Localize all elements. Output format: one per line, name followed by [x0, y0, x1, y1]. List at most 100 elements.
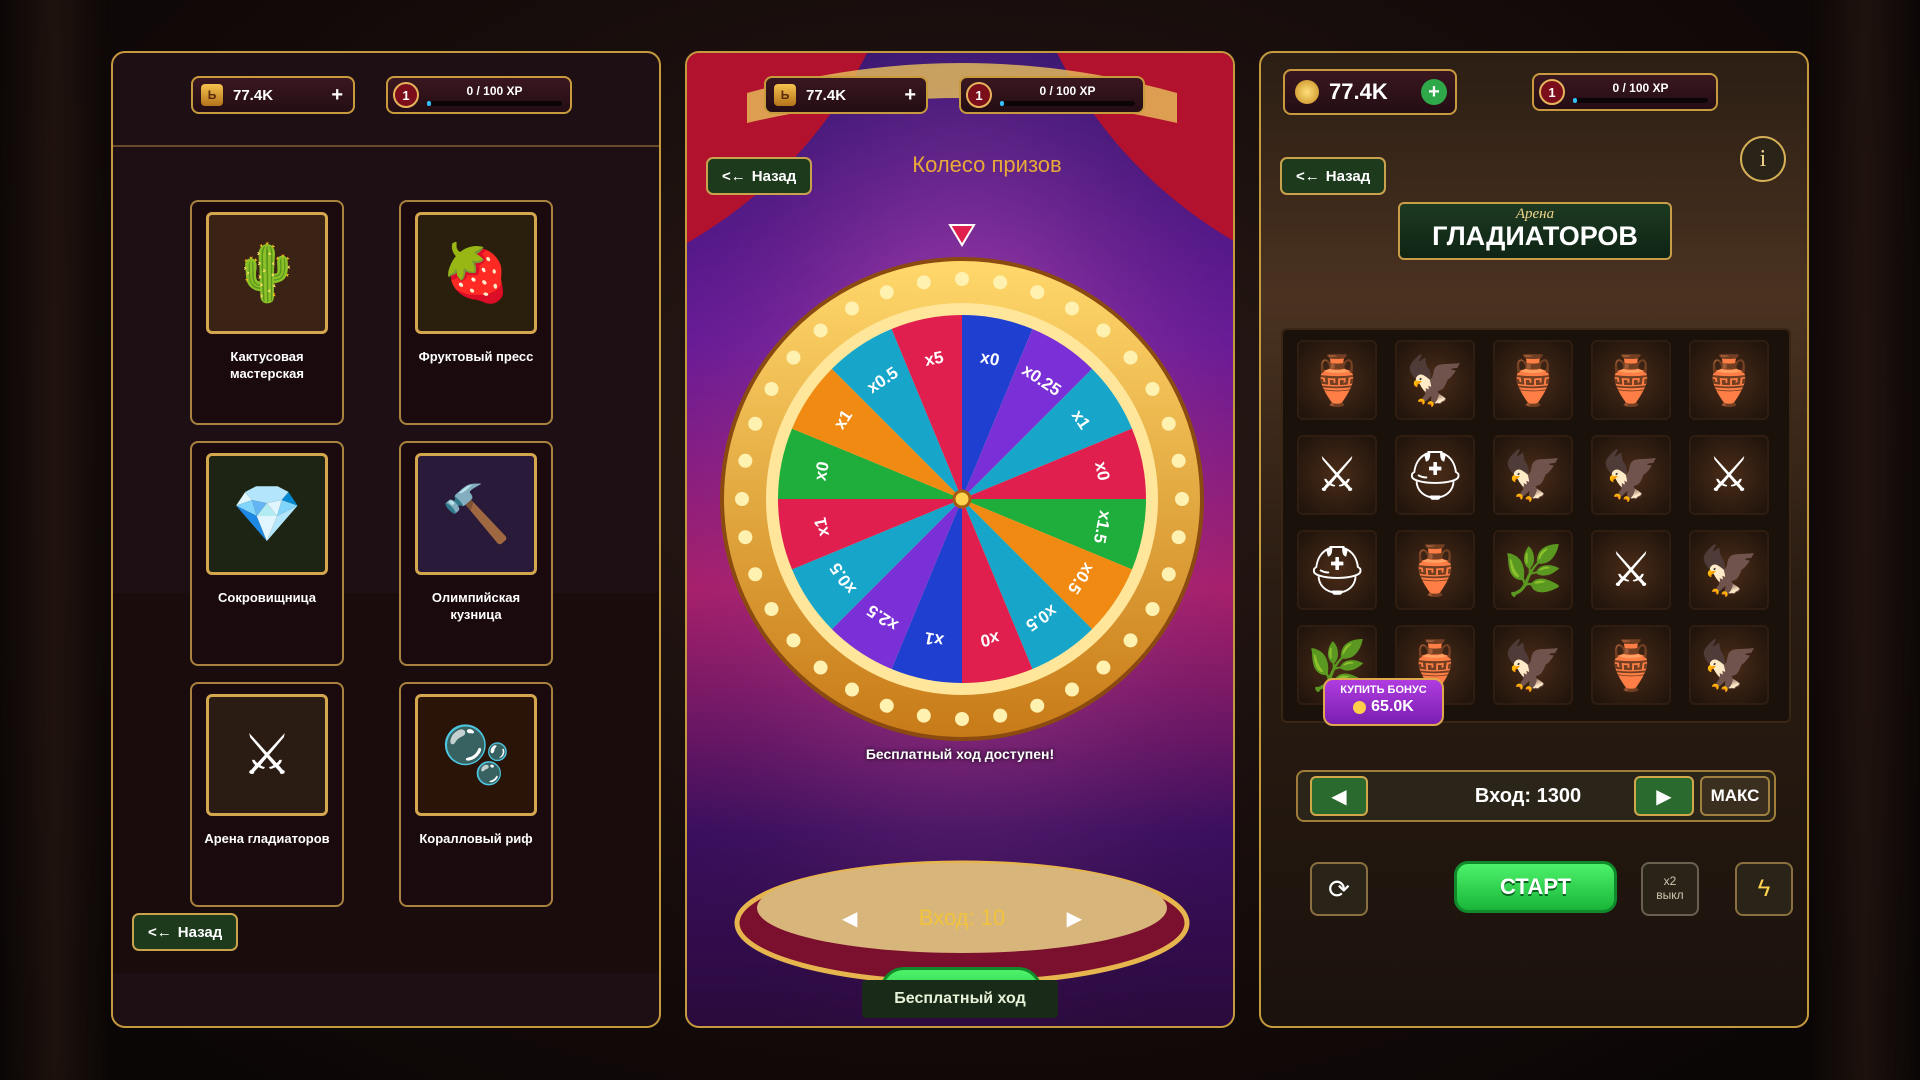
wheel-bulb: [813, 660, 828, 675]
wheel-bulb: [1161, 416, 1176, 431]
wheel-bulb: [955, 712, 969, 726]
wheel-segment-label: x5: [923, 348, 945, 370]
helmet-icon: ⚔: [206, 694, 328, 816]
amphora-icon: 🏺: [1689, 340, 1769, 420]
buy-bonus-label: КУПИТЬ БОНУС: [1340, 684, 1427, 696]
wheel-bulb: [993, 275, 1008, 290]
game-tile[interactable]: 🔨 Олимпийская кузница: [399, 441, 553, 666]
wheel-bulb: [738, 530, 753, 545]
xp-text: 0 / 100 XP: [466, 84, 523, 98]
turbo-icon[interactable]: ϟ: [1735, 862, 1793, 916]
autoplay-icon[interactable]: ⟳: [1310, 862, 1368, 916]
entry-prev-icon[interactable]: ◀: [842, 906, 857, 931]
wheel-title: Колесо призов: [912, 152, 1062, 177]
wheel-bulb: [764, 602, 779, 616]
wheel-bulb: [1096, 323, 1111, 338]
wheel-segment-label: x1: [811, 516, 833, 538]
balance-pill[interactable]: Ь 77.4K +: [191, 76, 355, 114]
wheel-bulb: [916, 275, 931, 290]
xp-bar: [427, 101, 562, 106]
bet-entry: Вход: 1300: [1474, 784, 1582, 807]
back-label: Назад: [177, 923, 223, 941]
hammer-icon: 🔨: [415, 453, 537, 575]
game-tile-label: Коралловый риф: [419, 831, 533, 846]
coin-icon: Ь: [201, 84, 223, 106]
balance-value: 77.4K: [806, 86, 847, 104]
wheel-bulb: [786, 633, 801, 648]
wheel-segment-label: x0: [811, 460, 833, 482]
wheel-entry-control: ◀ Вход: 10 ▶: [842, 901, 1082, 935]
arena-title-big: ГЛАДИАТОРОВ: [1432, 221, 1638, 251]
game-tile[interactable]: 💎 Сокровищница: [190, 441, 344, 666]
x2-state: выкл: [1656, 888, 1684, 902]
wheel-bulb: [845, 301, 859, 316]
laurel-icon: 🌿: [1493, 530, 1573, 610]
coin-icon: [1353, 700, 1367, 714]
helmet-icon: ⛑: [1297, 530, 1377, 610]
wheel-bulb: [1123, 633, 1138, 648]
wheel-bulb: [735, 492, 749, 506]
add-coins-button[interactable]: +: [1421, 79, 1447, 105]
eagle-icon: 🦅: [1591, 435, 1671, 515]
wheel-bulb: [1065, 301, 1079, 316]
eagle-icon: 🦅: [1689, 625, 1769, 705]
info-icon[interactable]: i: [1740, 136, 1786, 182]
game-tile-label: Олимпийская кузница: [431, 590, 521, 622]
wheel-segment-label: x1: [923, 628, 945, 650]
cactus-icon: 🌵: [206, 212, 328, 334]
amphora-icon: 🏺: [1297, 340, 1377, 420]
xp-pill: 1 0 / 100 XP: [386, 76, 572, 114]
xp-text: 0 / 100 XP: [1039, 84, 1096, 98]
bonus-price: 65.0K: [1371, 698, 1414, 715]
wheel-bulb: [1145, 602, 1160, 616]
amphora-icon: 🏺: [1493, 340, 1573, 420]
game-tile-label: Кактусовая мастерская: [230, 349, 304, 381]
buy-bonus-button[interactable]: КУПИТЬ БОНУС 65.0K: [1323, 678, 1444, 726]
game-tile-label: Фруктовый пресс: [418, 349, 534, 364]
wheel-segment-label: x0: [1091, 460, 1113, 482]
start-button[interactable]: СТАРТ: [1454, 861, 1617, 913]
x2-toggle[interactable]: x2 выкл: [1641, 862, 1699, 916]
game-tile[interactable]: 🫧 Коралловый риф: [399, 682, 553, 907]
max-bet-button[interactable]: МАКС: [1700, 776, 1770, 816]
amphora-icon: 🏺: [1591, 625, 1671, 705]
back-label: Назад: [1325, 167, 1371, 185]
balance-pill[interactable]: Ь 77.4K +: [764, 76, 928, 114]
xp-fill: [1000, 101, 1005, 106]
back-button[interactable]: <← Назад: [1280, 157, 1387, 195]
wheel-bulb: [1171, 530, 1186, 545]
eagle-icon: 🦅: [1493, 435, 1573, 515]
balance-value: 77.4K: [233, 86, 274, 104]
coin-icon: [1295, 80, 1319, 104]
bet-decrease-icon[interactable]: ◀: [1310, 776, 1368, 816]
bet-bar: ◀ Вход: 1300 ▶ МАКС: [1296, 770, 1776, 822]
back-label: Назад: [751, 167, 797, 185]
wheel-bulb: [748, 567, 763, 582]
add-coins-button[interactable]: +: [904, 84, 916, 107]
wheel-entry-value: Вход: 10: [918, 905, 1006, 930]
eagle-icon: 🦅: [1493, 625, 1573, 705]
xp-pill: 1 0 / 100 XP: [1532, 73, 1718, 111]
amphora-icon: 🏺: [1395, 530, 1475, 610]
game-tile[interactable]: 🌵 Кактусовая мастерская: [190, 200, 344, 425]
wheel-scene: x0x0.25x1x0x1.5x0.5x0.5x0x1x2.5x0.5x1x0x…: [687, 53, 1233, 1026]
eagle-icon: 🦅: [1395, 340, 1475, 420]
free-spin-status: Бесплатный ход доступен!: [865, 746, 1055, 762]
game-tile-label: Арена гладиаторов: [204, 831, 330, 846]
back-button[interactable]: <← Назад: [132, 913, 239, 951]
arena-panel: 77.4K + 1 0 / 100 XP <← Назад i Арена ГЛ…: [1259, 51, 1809, 1028]
entry-next-icon[interactable]: ▶: [1067, 906, 1082, 931]
header-divider: [113, 145, 659, 147]
bet-increase-icon[interactable]: ▶: [1634, 776, 1694, 816]
wheel-bulb: [955, 272, 969, 286]
game-tile[interactable]: ⚔ Арена гладиаторов: [190, 682, 344, 907]
game-tile[interactable]: 🍓 Фруктовый пресс: [399, 200, 553, 425]
slot-grid: 🏺 🦅 🏺 🏺 🏺 ⚔ ⛑ 🦅 🦅 ⚔ ⛑ 🏺 🌿 ⚔ 🦅 🌿 🏺 🦅 🏺 🦅: [1281, 328, 1791, 723]
back-button[interactable]: <← Назад: [706, 157, 813, 195]
balance-pill[interactable]: 77.4K +: [1283, 69, 1457, 115]
back-arrow-icon: <←: [722, 167, 746, 185]
level-badge: 1: [966, 82, 992, 108]
wheel-bulb: [1065, 682, 1079, 697]
wheel-bulb: [1096, 660, 1111, 675]
add-coins-button[interactable]: +: [331, 84, 343, 107]
